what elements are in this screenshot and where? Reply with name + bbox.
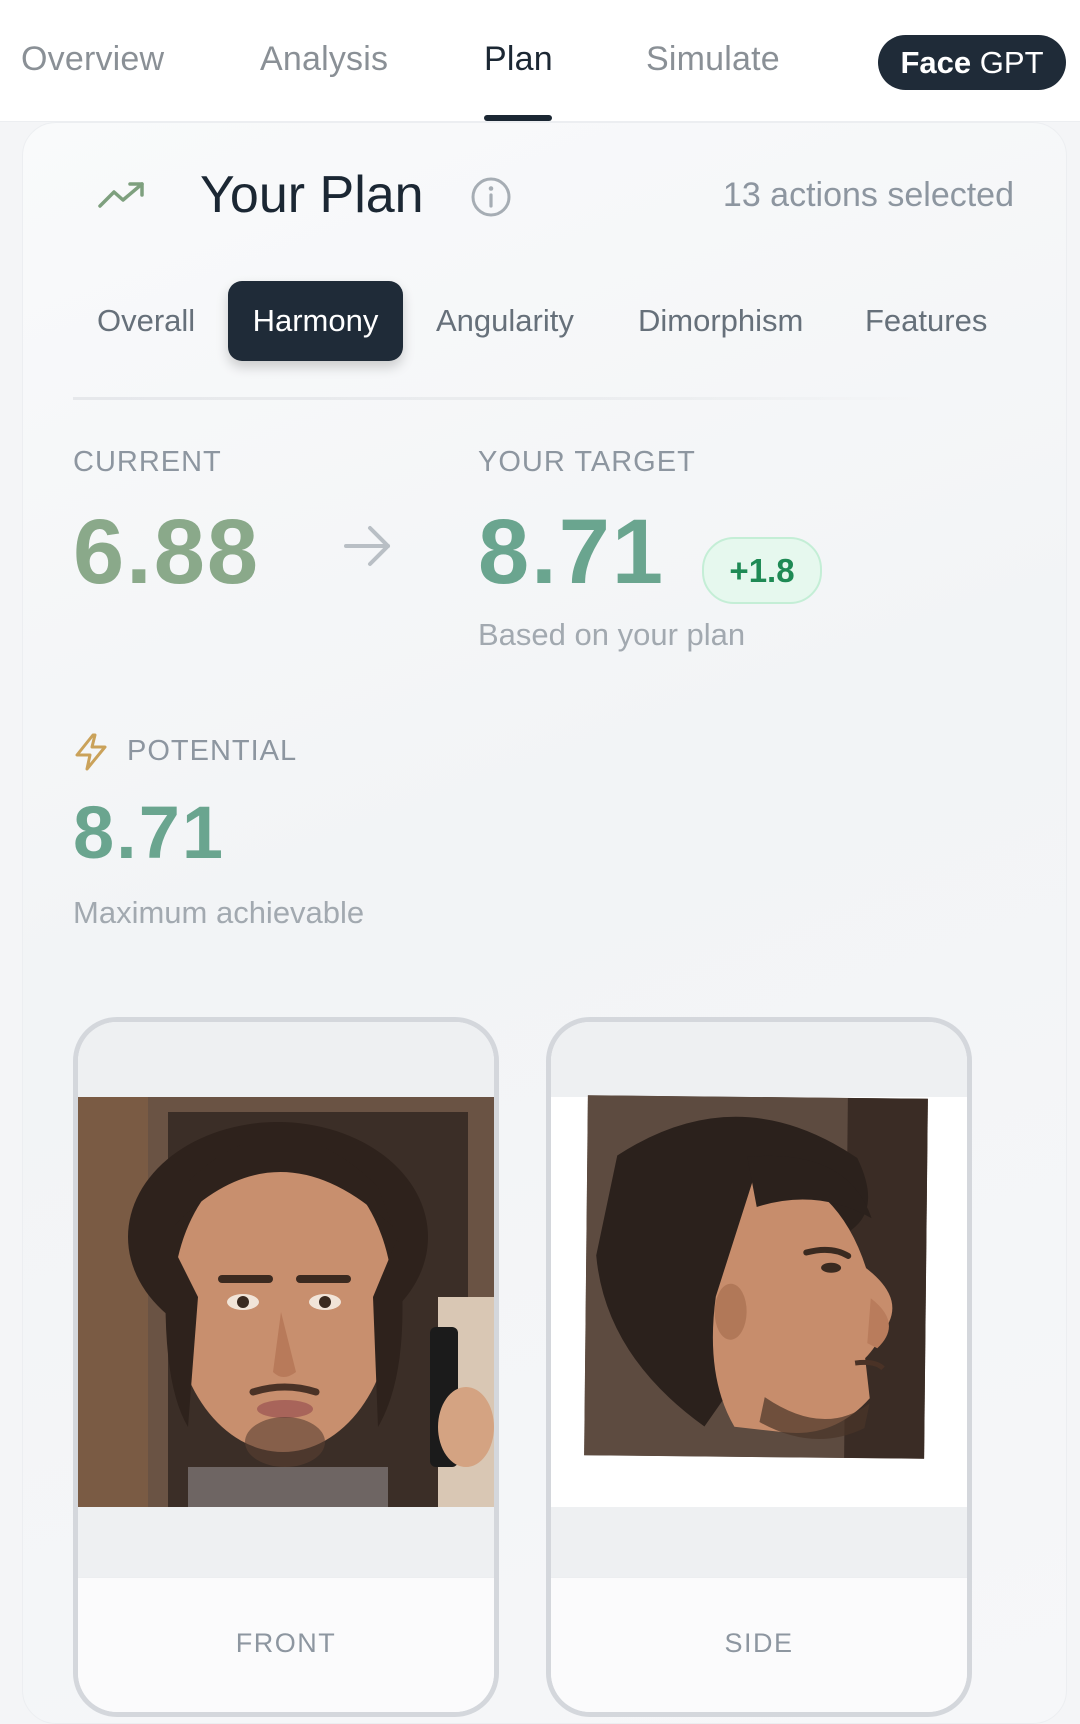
target-label: YOUR TARGET xyxy=(478,446,696,478)
subtab-angularity[interactable]: Angularity xyxy=(436,303,574,339)
subtab-dimorphism[interactable]: Dimorphism xyxy=(638,303,803,339)
subtab-features[interactable]: Features xyxy=(865,303,987,339)
current-score: 6.88 xyxy=(73,501,261,603)
arrow-right-icon xyxy=(344,526,390,566)
subtab-harmony[interactable]: Harmony xyxy=(228,281,403,361)
tab-overview[interactable]: Overview xyxy=(21,40,164,79)
delta-badge: +1.8 xyxy=(702,537,822,604)
potential-score: 8.71 xyxy=(73,791,226,874)
face-gpt-button[interactable]: Face GPT xyxy=(878,35,1066,90)
subtab-divider xyxy=(73,397,931,400)
tab-simulate[interactable]: Simulate xyxy=(646,40,780,79)
subtab-overall[interactable]: Overall xyxy=(97,303,195,339)
side-photo-area xyxy=(551,1095,967,1507)
current-label: CURRENT xyxy=(73,446,222,478)
potential-label: POTENTIAL xyxy=(127,735,298,767)
side-face-illustration xyxy=(584,1095,928,1459)
tab-plan[interactable]: Plan xyxy=(484,40,553,79)
active-tab-underline xyxy=(484,115,552,121)
face-gpt-bold-label: Face xyxy=(900,45,972,80)
front-caption: FRONT xyxy=(235,1628,337,1658)
actions-selected-count: 13 actions selected xyxy=(722,176,1014,214)
potential-note: Maximum achievable xyxy=(73,895,365,930)
target-score: 8.71 xyxy=(478,501,666,603)
top-navigation: Overview Analysis Plan Simulate Face GPT xyxy=(0,0,1080,122)
side-photo-card[interactable]: SIDE xyxy=(546,1017,972,1717)
front-photo-bottom-band xyxy=(78,1507,494,1577)
front-photo-top-band xyxy=(78,1022,494,1097)
side-photo-top-band xyxy=(551,1022,967,1097)
front-face-photo xyxy=(78,1097,494,1507)
trend-up-icon xyxy=(98,182,144,208)
bolt-icon xyxy=(75,733,107,771)
target-note: Based on your plan xyxy=(478,617,746,652)
plan-title: Your Plan xyxy=(200,166,424,224)
info-icon[interactable] xyxy=(470,176,512,218)
side-face-photo xyxy=(584,1095,928,1459)
front-face-illustration xyxy=(78,1097,494,1507)
side-photo-bottom-band xyxy=(551,1507,967,1577)
tab-analysis[interactable]: Analysis xyxy=(260,40,388,79)
side-caption: SIDE xyxy=(724,1628,794,1658)
front-photo-card[interactable]: FRONT xyxy=(73,1017,499,1717)
face-gpt-light-label: GPT xyxy=(979,45,1044,80)
